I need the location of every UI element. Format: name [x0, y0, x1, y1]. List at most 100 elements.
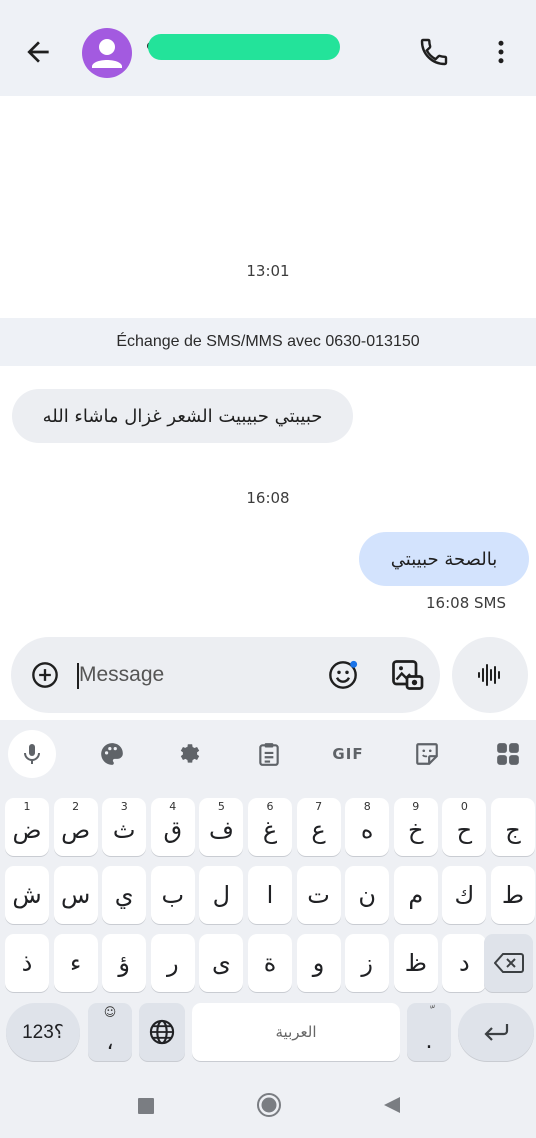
key[interactable]: ن: [345, 866, 390, 924]
key[interactable]: ة: [248, 934, 292, 992]
contact-name-redaction: [148, 34, 340, 60]
emoji-icon[interactable]: [327, 659, 359, 691]
language-key[interactable]: [139, 1003, 185, 1061]
key[interactable]: ج: [491, 798, 535, 856]
key[interactable]: ذ: [5, 934, 49, 992]
key-label: ب: [161, 881, 185, 909]
avatar[interactable]: [82, 28, 132, 78]
outgoing-message-bubble[interactable]: بالصحة حبيبتي: [359, 532, 529, 586]
key[interactable]: 6غ: [248, 798, 292, 856]
message-input[interactable]: [79, 657, 309, 693]
key[interactable]: ر: [150, 934, 195, 992]
key[interactable]: س: [53, 866, 98, 924]
key-label: ي: [114, 881, 134, 909]
key[interactable]: ء: [53, 934, 98, 992]
key-label: ح: [456, 816, 473, 844]
key[interactable]: ز: [345, 934, 390, 992]
keyboard: GIF 1ض2ص3ث4ق5ف6غ7ع8ه9خ0حج شسيبلاتنمكط ذء…: [0, 720, 536, 1065]
key[interactable]: ى: [199, 934, 244, 992]
key-label: ف: [208, 816, 234, 844]
enter-icon: [484, 1024, 509, 1041]
key[interactable]: 0ح: [442, 798, 487, 856]
key-label: ء: [69, 949, 82, 977]
key[interactable]: 5ف: [199, 798, 244, 856]
key-number-hint: 9: [412, 800, 420, 813]
voice-message-button[interactable]: [452, 637, 528, 713]
key[interactable]: 7ع: [296, 798, 341, 856]
period-label: .: [425, 1028, 433, 1054]
recents-icon[interactable]: [137, 1097, 155, 1115]
key-number-hint: 0: [460, 800, 468, 813]
symbols-key[interactable]: ؟123: [6, 1003, 80, 1061]
keyboard-clipboard[interactable]: [245, 730, 293, 778]
gear-icon: [180, 744, 200, 763]
palette-icon: [101, 743, 123, 765]
key-label: س: [60, 881, 91, 909]
space-key[interactable]: العربية: [192, 1003, 400, 1061]
key[interactable]: و: [296, 934, 341, 992]
key[interactable]: ت: [296, 866, 341, 924]
incoming-message-bubble[interactable]: حبيبتي حبيبيت الشعر غزال ماشاء الله: [12, 389, 353, 443]
home-icon[interactable]: [256, 1092, 282, 1118]
key-label: ة: [263, 949, 277, 977]
arrow-left-icon[interactable]: [22, 36, 54, 68]
key[interactable]: 2ص: [53, 798, 98, 856]
key[interactable]: ي: [102, 866, 147, 924]
key-label: و: [312, 949, 325, 977]
key-label: خ: [408, 816, 424, 844]
key-label: ث: [112, 816, 136, 844]
key-label: ت: [307, 881, 330, 909]
key[interactable]: ط: [491, 866, 535, 924]
key[interactable]: 3ث: [102, 798, 147, 856]
comma-key[interactable]: ☺ ،: [88, 1003, 132, 1061]
key-label: ض: [12, 816, 42, 844]
key-label: ق: [163, 816, 183, 844]
key[interactable]: 1ض: [5, 798, 49, 856]
key[interactable]: ك: [442, 866, 487, 924]
phone-icon[interactable]: [418, 36, 450, 68]
key-label: ا: [266, 881, 274, 909]
key[interactable]: 4ق: [150, 798, 195, 856]
key-number-hint: 8: [363, 800, 371, 813]
key[interactable]: ل: [199, 866, 244, 924]
key[interactable]: ظ: [393, 934, 438, 992]
backspace-key[interactable]: [484, 934, 533, 992]
key-label: ر: [167, 949, 179, 977]
key-label: ى: [211, 949, 231, 977]
key-label: ذ: [21, 949, 33, 977]
back-nav-icon[interactable]: [382, 1095, 402, 1115]
keyboard-theme[interactable]: [88, 730, 136, 778]
emoji-hint: ☺: [103, 1005, 117, 1019]
person-icon: [92, 39, 122, 68]
enter-key[interactable]: [458, 1003, 534, 1061]
key-label: ه: [360, 816, 374, 844]
key[interactable]: ا: [248, 866, 292, 924]
key[interactable]: د: [442, 934, 487, 992]
key[interactable]: ش: [5, 866, 49, 924]
keyboard-stickers[interactable]: [403, 730, 451, 778]
key-number-hint: 7: [315, 800, 323, 813]
key[interactable]: 8ه: [345, 798, 390, 856]
conversation-info-banner: Échange de SMS/MMS avec 0630-013150: [0, 318, 536, 366]
key-label: غ: [262, 816, 278, 844]
keyboard-voice-input[interactable]: [8, 730, 56, 778]
more-vert-icon[interactable]: [486, 36, 516, 68]
key-label: ع: [311, 816, 326, 844]
add-circle-icon[interactable]: [31, 661, 59, 689]
comma-label: ،: [106, 1029, 114, 1055]
key[interactable]: 9خ: [393, 798, 438, 856]
keyboard-gif[interactable]: GIF: [324, 730, 372, 778]
key[interactable]: ؤ: [102, 934, 147, 992]
gallery-icon[interactable]: [389, 657, 425, 693]
period-key[interactable]: ّ .: [407, 1003, 451, 1061]
key[interactable]: م: [393, 866, 438, 924]
key-label: ز: [361, 949, 373, 977]
key-number-hint: 5: [217, 800, 225, 813]
grid-icon: [497, 743, 519, 765]
keyboard-more-apps[interactable]: [484, 730, 532, 778]
key[interactable]: ب: [150, 866, 195, 924]
keyboard-settings[interactable]: [166, 730, 214, 778]
key-label: ؤ: [118, 949, 130, 977]
system-nav-bar: [0, 1065, 536, 1138]
space-language-label: العربية: [275, 1023, 317, 1041]
